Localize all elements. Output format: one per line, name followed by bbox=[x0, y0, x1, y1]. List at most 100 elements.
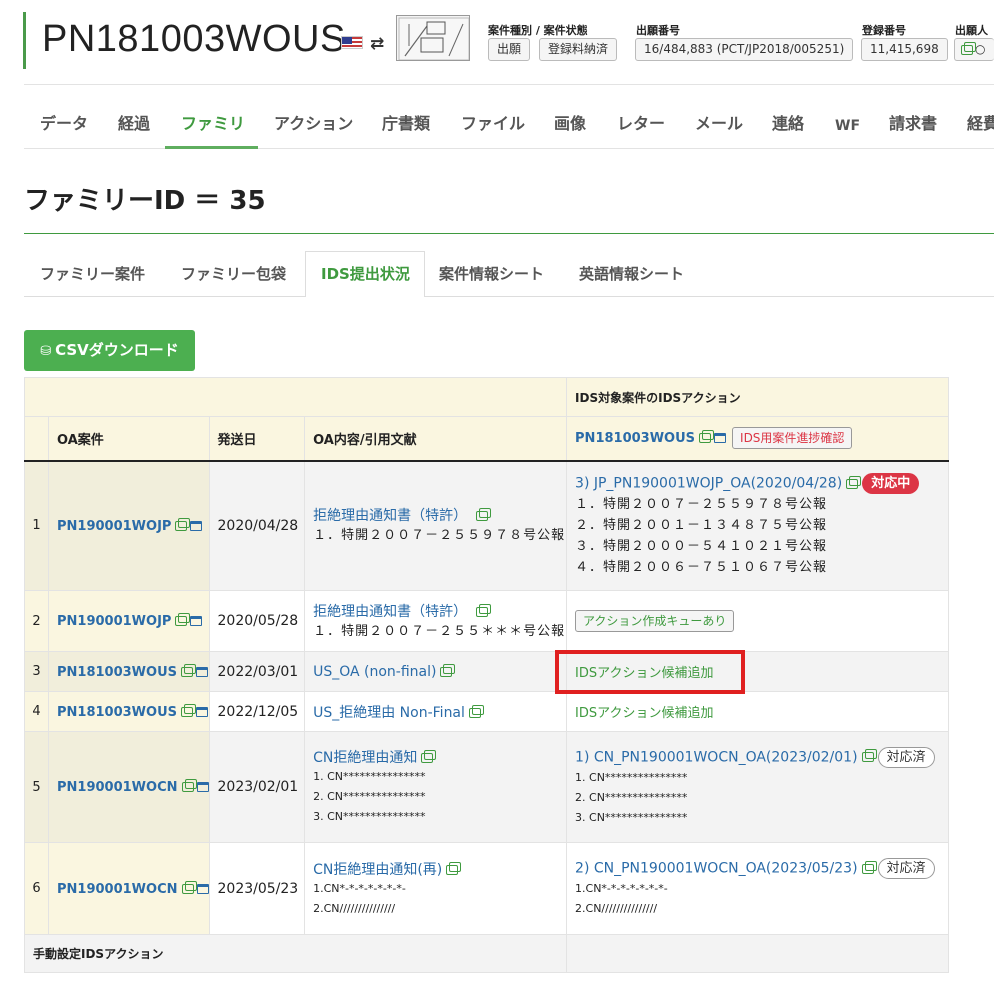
divider bbox=[24, 233, 994, 234]
copy-icon[interactable] bbox=[181, 779, 197, 792]
oa-content-cell: US_OA (non-final) bbox=[304, 651, 568, 692]
open-window-icon[interactable] bbox=[190, 616, 203, 626]
oa-case-link[interactable]: PN190001WOCN bbox=[57, 882, 178, 897]
database-icon: ⛁ bbox=[40, 344, 52, 359]
copy-icon[interactable] bbox=[468, 704, 484, 718]
col-oa-content-header: OA内容/引用文献 bbox=[304, 416, 568, 462]
copy-icon[interactable] bbox=[181, 663, 196, 677]
subtab-family-cases[interactable]: ファミリー案件 bbox=[40, 264, 145, 284]
sent-date: 2020/05/28 bbox=[208, 590, 306, 652]
row-number: 4 bbox=[24, 691, 49, 732]
subtab-case-info-sheet[interactable]: 案件情報シート bbox=[439, 264, 544, 284]
open-window-icon[interactable] bbox=[196, 666, 208, 677]
oa-case-link[interactable]: PN190001WOCN bbox=[57, 780, 178, 795]
copy-icon[interactable] bbox=[181, 880, 197, 894]
tab-letters[interactable]: レター bbox=[617, 114, 665, 134]
tab-data[interactable]: データ bbox=[40, 114, 88, 134]
status-badge: 対応済 bbox=[877, 858, 935, 879]
ids-action-link[interactable]: 3) JP_PN190001WOJP_OA(2020/04/28) bbox=[575, 476, 842, 492]
col-sent-date-header: 発送日 bbox=[208, 416, 306, 462]
copy-icon[interactable] bbox=[175, 613, 191, 626]
copy-icon[interactable] bbox=[181, 703, 196, 717]
sync-icon[interactable]: ⇄ bbox=[370, 34, 384, 54]
subtab-family-wrapper[interactable]: ファミリー包袋 bbox=[181, 264, 286, 284]
copy-icon[interactable] bbox=[475, 603, 491, 617]
tab-expenses[interactable]: 経費 bbox=[967, 114, 994, 134]
ids-action-cell: アクション作成キューあり bbox=[566, 590, 949, 652]
ids-reference: ２．特開２００１－１３４８７５号公報 bbox=[575, 518, 828, 534]
open-window-icon[interactable] bbox=[190, 520, 203, 531]
divider bbox=[24, 296, 994, 297]
tab-action[interactable]: アクション bbox=[274, 114, 353, 134]
registration-number-chip: 11,415,698 bbox=[861, 38, 948, 61]
oa-case-link[interactable]: PN190001WOJP bbox=[57, 614, 171, 629]
tab-images[interactable]: 画像 bbox=[554, 114, 586, 134]
ids-action-link[interactable]: 1) CN_PN190001WOCN_OA(2023/02/01) bbox=[575, 749, 858, 765]
oa-document-link[interactable]: CN拒絶理由通知(再) bbox=[313, 862, 442, 878]
tab-contact[interactable]: 連絡 bbox=[772, 114, 804, 134]
ids-progress-button[interactable]: IDS用案件進捗確認 bbox=[732, 427, 853, 450]
oa-content-cell: US_拒絶理由 Non-Final bbox=[304, 691, 568, 732]
tab-history[interactable]: 経過 bbox=[118, 114, 150, 134]
drawing-thumbnail[interactable] bbox=[396, 15, 470, 61]
table-row: 5 PN190001WOCN 2023/02/01 CN拒絶理由通知 1. CN… bbox=[24, 731, 949, 843]
tab-wf[interactable]: WF bbox=[835, 116, 860, 136]
copy-icon[interactable] bbox=[699, 430, 715, 444]
tab-office-docs[interactable]: 庁書類 bbox=[382, 114, 430, 134]
open-window-icon[interactable] bbox=[196, 883, 209, 894]
us-flag-icon bbox=[341, 36, 363, 49]
copy-icon[interactable] bbox=[861, 749, 877, 762]
copy-icon[interactable] bbox=[421, 750, 437, 763]
registration-number-label: 登録番号 bbox=[862, 24, 906, 37]
csv-download-button[interactable]: ⛁ CSVダウンロード bbox=[24, 330, 195, 371]
oa-document-link[interactable]: US_OA (non-final) bbox=[313, 664, 436, 680]
oa-document-link[interactable]: US_拒絶理由 Non-Final bbox=[313, 705, 465, 721]
oa-case-cell: PN190001WOCN bbox=[48, 731, 210, 843]
ids-reference: ４．特開２００６－７５１０６７号公報 bbox=[575, 560, 828, 576]
oa-document-link[interactable]: 拒絶理由通知書（特許） bbox=[313, 604, 467, 620]
open-window-icon[interactable] bbox=[196, 706, 208, 717]
copy-icon[interactable] bbox=[861, 860, 877, 874]
tab-family[interactable]: ファミリ bbox=[181, 114, 245, 134]
table-top-left-header bbox=[23, 377, 568, 417]
table-row: 手動設定IDSアクション bbox=[23, 934, 949, 973]
copy-icon[interactable] bbox=[446, 861, 462, 875]
oa-case-link[interactable]: PN181003WOUS bbox=[57, 665, 177, 680]
ids-group-header: IDS対象案件のIDSアクション bbox=[566, 377, 949, 417]
application-number-label: 出願番号 bbox=[636, 24, 680, 37]
row-number: 1 bbox=[24, 460, 49, 591]
copy-icon[interactable] bbox=[961, 41, 976, 55]
ids-status-table: IDS対象案件のIDSアクション OA案件 発送日 OA内容/引用文献 PN18… bbox=[23, 377, 949, 973]
oa-case-cell: PN190001WOCN bbox=[48, 842, 210, 935]
copy-icon[interactable] bbox=[440, 663, 456, 677]
subtab-english-info-sheet[interactable]: 英語情報シート bbox=[579, 264, 684, 284]
table-row: 1 PN190001WOJP 2020/04/28 拒絶理由通知書（特許） １．… bbox=[24, 460, 949, 591]
ids-action-link[interactable]: 2) CN_PN190001WOCN_OA(2023/05/23) bbox=[575, 861, 858, 877]
open-window-icon[interactable] bbox=[196, 782, 209, 792]
cited-reference: １．特開２００７－２５５＊＊＊号公報 bbox=[313, 623, 566, 639]
tab-mail[interactable]: メール bbox=[695, 114, 743, 134]
action-queue-badge[interactable]: アクション作成キューあり bbox=[575, 610, 735, 632]
copy-icon[interactable] bbox=[846, 475, 862, 489]
oa-case-link[interactable]: PN190001WOJP bbox=[57, 519, 171, 534]
oa-document-link[interactable]: 拒絶理由通知書（特許） bbox=[313, 508, 467, 524]
ids-reference: 3. CN*************** bbox=[575, 810, 688, 824]
oa-document-link[interactable]: CN拒絶理由通知 bbox=[313, 750, 417, 766]
cited-reference: 1. CN*************** bbox=[313, 770, 426, 783]
add-ids-candidate-link[interactable]: IDSアクション候補追加 bbox=[575, 706, 713, 721]
highlight-box bbox=[555, 650, 745, 694]
copy-icon[interactable] bbox=[175, 517, 191, 531]
tab-invoice[interactable]: 請求書 bbox=[889, 114, 937, 134]
cited-reference: 2. CN*************** bbox=[313, 790, 426, 803]
copy-icon[interactable] bbox=[475, 508, 491, 522]
ids-case-link[interactable]: PN181003WOUS bbox=[575, 431, 695, 446]
case-number-title: PN181003WOUS bbox=[42, 18, 346, 60]
col-no-header bbox=[24, 416, 49, 462]
subtab-ids-status[interactable]: IDS提出状況 bbox=[321, 264, 410, 284]
sent-date: 2020/04/28 bbox=[208, 460, 306, 591]
open-window-icon[interactable] bbox=[714, 433, 727, 444]
ids-reference: 1.CN*-*-*-*-*-*-*- bbox=[575, 882, 668, 895]
oa-case-link[interactable]: PN181003WOUS bbox=[57, 705, 177, 720]
ids-action-cell: 1) CN_PN190001WOCN_OA(2023/02/01) 対応済 1. … bbox=[566, 731, 949, 843]
tab-files[interactable]: ファイル bbox=[461, 114, 525, 134]
